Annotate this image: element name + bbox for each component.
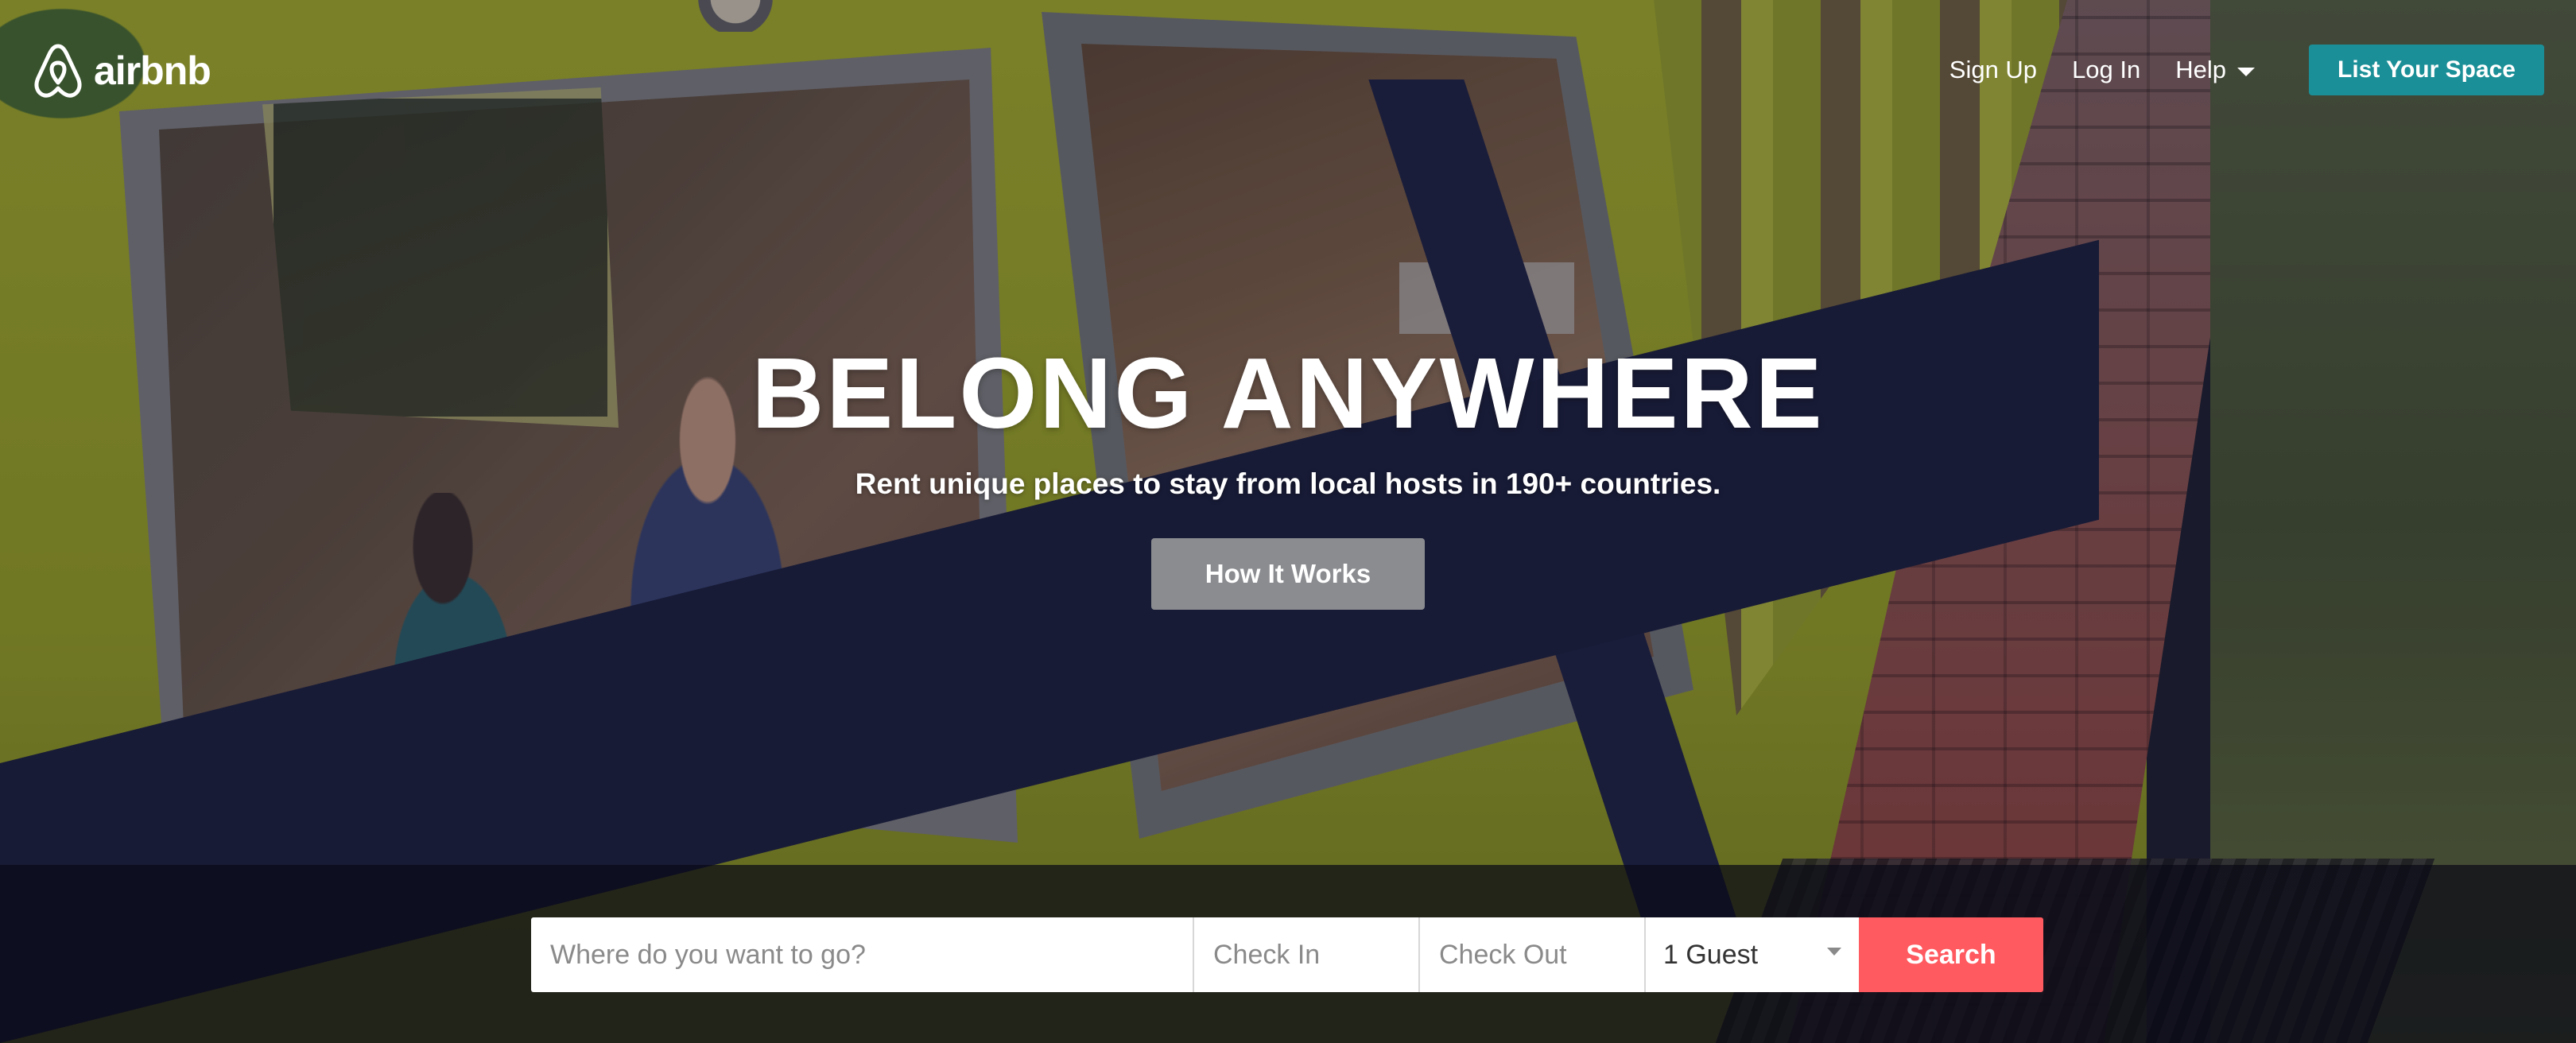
hero-section: airbnb Sign Up Log In Help List Your Spa… [0, 0, 2576, 1043]
chevron-down-icon [2237, 67, 2256, 76]
location-input[interactable] [531, 917, 1194, 992]
logo-link[interactable]: airbnb [32, 41, 211, 100]
check-in-input[interactable] [1194, 917, 1420, 992]
guests-value: 1 Guest [1663, 939, 1759, 970]
hero-headline: BELONG ANYWHERE [751, 337, 1825, 449]
check-out-input[interactable] [1420, 917, 1646, 992]
guests-select[interactable]: 1 Guest [1646, 917, 1859, 992]
hero-content: BELONG ANYWHERE Rent unique places to st… [0, 338, 2576, 610]
sign-up-link[interactable]: Sign Up [1949, 56, 2037, 84]
how-it-works-button[interactable]: How It Works [1151, 538, 1425, 610]
chevron-down-icon [1827, 948, 1841, 956]
help-menu[interactable]: Help [2175, 56, 2256, 84]
airbnb-belo-icon [32, 41, 84, 100]
search-strip: 1 Guest Search [0, 865, 2576, 1043]
site-header: airbnb Sign Up Log In Help List Your Spa… [0, 0, 2576, 143]
log-in-link[interactable]: Log In [2072, 56, 2140, 84]
search-button[interactable]: Search [1859, 917, 2043, 992]
nav-bar: Sign Up Log In Help List Your Space [1949, 45, 2544, 95]
hero-subline: Rent unique places to stay from local ho… [855, 467, 1721, 500]
list-your-space-button[interactable]: List Your Space [2309, 45, 2544, 95]
search-form: 1 Guest Search [531, 917, 2043, 992]
help-label: Help [2175, 56, 2227, 83]
logo-text: airbnb [94, 48, 211, 93]
